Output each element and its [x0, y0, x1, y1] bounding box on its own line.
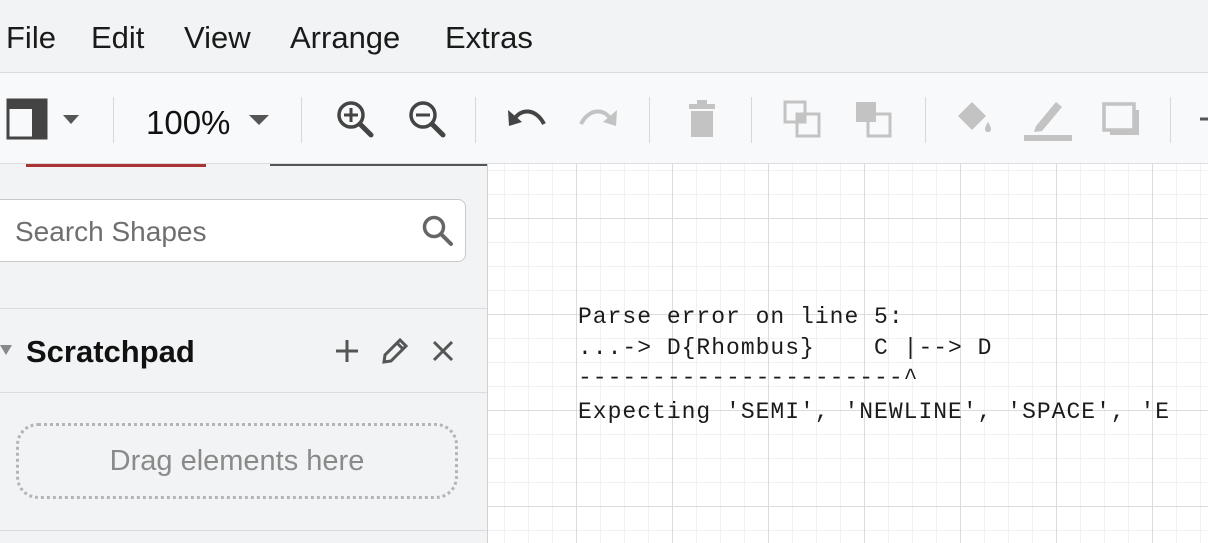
zoom-in-button[interactable] [330, 94, 380, 144]
collapse-caret-icon[interactable] [0, 343, 14, 357]
menubar: File Edit View Arrange Extras [0, 0, 1208, 73]
scratchpad-drop-zone[interactable]: Drag elements here [16, 423, 458, 499]
add-icon[interactable] [330, 334, 364, 368]
menu-arrange[interactable]: Arrange [290, 18, 400, 58]
toolbar: 100% [0, 73, 1208, 164]
toolbar-separator [925, 97, 926, 143]
shapes-sidebar: Scratchpad Drag elements here [0, 164, 488, 543]
error-message-line: ...-> D{Rhombus} C |--> D [578, 335, 993, 361]
line-color-icon [1024, 102, 1072, 141]
zoom-dropdown-button[interactable] [244, 94, 274, 144]
search-input[interactable] [13, 210, 412, 254]
drop-zone-hint: Drag elements here [109, 444, 365, 477]
to-back-icon [856, 102, 892, 138]
fill-color-button[interactable] [950, 94, 1000, 144]
fill-color-icon [958, 102, 991, 132]
format-panel-button[interactable] [5, 94, 85, 144]
menu-file[interactable]: File [6, 18, 56, 58]
menu-view[interactable]: View [184, 18, 251, 58]
format-panel-icon [6, 98, 79, 140]
zoom-level[interactable]: 100% [146, 103, 230, 143]
toolbar-separator [301, 97, 302, 143]
sidebar-divider [0, 308, 487, 309]
zoom-out-button[interactable] [402, 94, 452, 144]
to-back-button[interactable] [848, 94, 898, 144]
edit-pencil-icon[interactable] [378, 334, 412, 368]
undo-icon [508, 109, 546, 126]
close-icon[interactable] [426, 334, 460, 368]
toolbar-separator [475, 97, 476, 143]
clipped-shape-row [270, 164, 487, 166]
delete-button[interactable] [677, 94, 727, 144]
toolbar-separator [649, 97, 650, 143]
chevron-down-icon [249, 115, 269, 125]
zoom-in-icon [337, 101, 374, 138]
error-message-line: ----------------------^ [578, 365, 919, 391]
search-box [0, 199, 466, 262]
search-icon[interactable] [421, 214, 455, 248]
line-color-button[interactable] [1022, 94, 1072, 144]
shadow-icon [1102, 102, 1139, 135]
shadow-button[interactable] [1096, 94, 1146, 144]
toolbar-separator [1170, 97, 1171, 143]
toolbar-separator [751, 97, 752, 143]
overflow-icon [1200, 117, 1208, 121]
undo-button[interactable] [502, 94, 552, 144]
zoom-out-icon [409, 101, 446, 138]
scratchpad-title[interactable]: Scratchpad [26, 332, 195, 372]
redo-button[interactable] [573, 94, 623, 144]
sidebar-divider [0, 530, 487, 531]
clipped-shape-row [26, 164, 206, 167]
to-front-button[interactable] [777, 94, 827, 144]
error-message-line: Expecting 'SEMI', 'NEWLINE', 'SPACE', 'E [578, 399, 1171, 425]
menu-extras[interactable]: Extras [445, 18, 533, 58]
more-tools-button[interactable] [1196, 94, 1208, 144]
menu-edit[interactable]: Edit [91, 18, 144, 58]
sidebar-divider [0, 392, 487, 393]
diagram-canvas[interactable]: Parse error on line 5: ...-> D{Rhombus} … [488, 164, 1208, 543]
toolbar-separator [113, 97, 114, 143]
error-message-line: Parse error on line 5: [578, 304, 904, 330]
redo-icon [579, 109, 617, 126]
to-front-icon [783, 100, 821, 138]
delete-icon [689, 100, 715, 137]
